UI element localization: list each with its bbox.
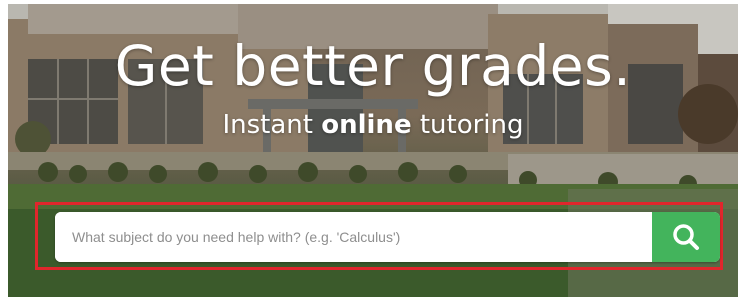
search-bar — [55, 212, 720, 262]
subline-prefix: Instant — [222, 110, 322, 140]
hero-subline: Instant online tutoring — [8, 110, 738, 140]
hero-headline: Get better grades. — [114, 34, 632, 98]
subject-search-input[interactable] — [55, 212, 652, 262]
subline-suffix: tutoring — [411, 110, 524, 140]
subline-bold: online — [321, 110, 412, 140]
search-button[interactable] — [652, 212, 720, 262]
search-icon — [673, 224, 699, 250]
